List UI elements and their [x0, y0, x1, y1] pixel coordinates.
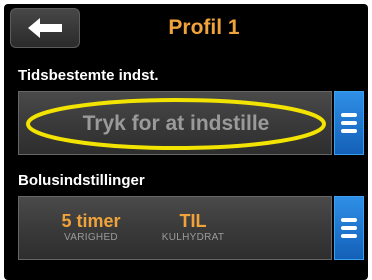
timed-settings-menu-button[interactable]	[334, 91, 364, 155]
tap-to-set-placeholder: Tryk for at indstille	[82, 112, 270, 135]
page-title: Profil 1	[168, 16, 240, 39]
carbohydrate-group: TIL KULHYDRAT	[143, 211, 243, 245]
hamburger-menu-icon	[341, 218, 357, 238]
carbohydrate-value: TIL	[179, 211, 207, 231]
carbohydrate-label: KULHYDRAT	[161, 232, 225, 243]
duration-value: 5 timer	[61, 211, 121, 231]
pump-screen: Profil 1 Tidsbestemte indst. Tryk for at…	[4, 4, 368, 280]
bolus-settings-field[interactable]: 5 timer VARIGHED TIL KULHYDRAT	[18, 196, 332, 260]
bolus-settings-row[interactable]: 5 timer VARIGHED TIL KULHYDRAT	[18, 196, 364, 260]
arrow-left-icon	[28, 18, 62, 38]
timed-settings-label: Tidsbestemte indst.	[18, 67, 159, 84]
back-button[interactable]	[10, 8, 80, 48]
hamburger-menu-icon	[341, 113, 357, 133]
header: Profil 1	[4, 4, 368, 56]
bolus-settings-label: Bolusindstillinger	[18, 172, 145, 189]
duration-label: VARIGHED	[64, 232, 118, 243]
timed-settings-row[interactable]: Tryk for at indstille	[18, 91, 364, 155]
duration-group: 5 timer VARIGHED	[41, 211, 141, 245]
bolus-settings-menu-button[interactable]	[334, 196, 364, 260]
timed-settings-field[interactable]: Tryk for at indstille	[18, 91, 332, 155]
